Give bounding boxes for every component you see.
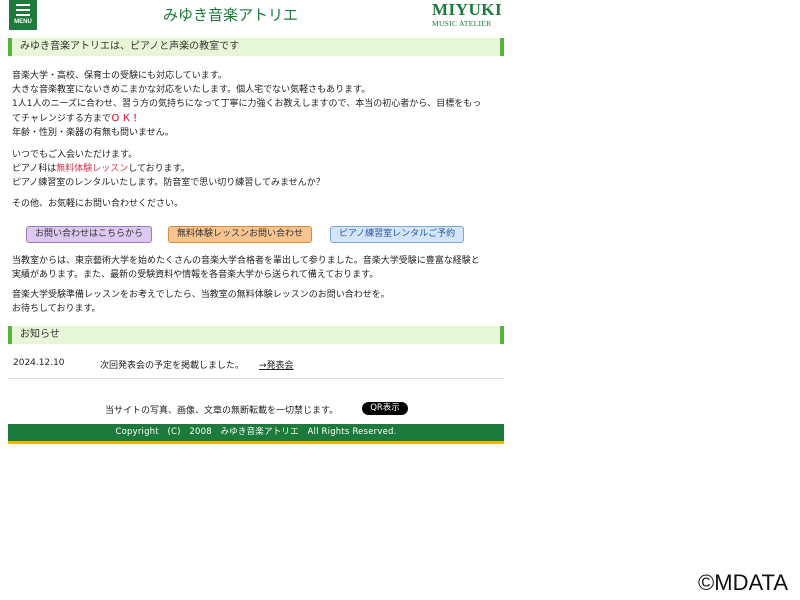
ok-highlight: ＯＫ！ (110, 113, 144, 124)
welcome-text: いつでもご入会いただけます。 (12, 150, 138, 161)
piano-suffix: しております。 (128, 164, 190, 175)
rental-text: ピアノ練習室のレンタルいたします。防音室で思い切り練習してみませんか？ (12, 178, 325, 189)
news-heading: お知らせ (8, 325, 504, 344)
news-text: 次回発表会の予定を掲載しました。 (100, 360, 245, 371)
hamburger-icon (16, 4, 30, 19)
free-trial-button[interactable]: 無料体験レッスンお問い合わせ (168, 225, 312, 243)
news-date: 2024.12.10 (13, 357, 65, 368)
invite-line: 音楽大学受験準備レッスンをお考えでしたら、当教室の無料体験レッスンのお問い合わせ… (12, 290, 390, 301)
page-wrapper: MENU みゆき音楽アトリエ MIYUKI MUSIC ATELIER みゆき音… (8, 0, 504, 444)
contact-button[interactable]: お問い合わせはこちらから (26, 225, 152, 243)
achievements-paragraph: 当教室からは、東京藝術大学を始めたくさんの音楽大学合格者を輩出して参りました。音… (12, 254, 500, 282)
site-footer: Copyright (C) 2008 みゆき音楽アトリエ All Rights … (8, 423, 504, 444)
news-item: 2024.12.10 次回発表会の予定を掲載しました。 →発表会 (8, 356, 504, 379)
intro-line: 音楽大学・高校、保育士の受験にも対応しています。 (12, 71, 227, 81)
menu-button[interactable]: MENU (9, 0, 37, 30)
main-content: 音楽大学・高校、保育士の受験にも対応しています。 大きな音楽教室にないきめこまか… (8, 69, 504, 317)
intro-line: 年齢・性別・楽器の有無も問いません。 (12, 127, 174, 138)
copyright-notice: 当サイトの写真、画像、文章の無断転載を一切禁じます。 QR表示 (8, 401, 504, 419)
other-text: その他、お気軽にお問い合わせください。 (12, 198, 184, 209)
achievements-line: 当教室からは、東京藝術大学を始めたくさんの音楽大学合格者を輩出して参りました。音… (12, 255, 480, 266)
site-title: みゆき音楽アトリエ (163, 6, 299, 24)
menu-label: MENU (14, 19, 32, 25)
qr-display-button[interactable]: QR表示 (362, 401, 408, 415)
no-reproduction-text: 当サイトの写真、画像、文章の無断転載を一切禁じます。 (105, 405, 339, 416)
intro-line: 大きな音楽教室にないきめこまかな対応をいたします。個人宅でない気軽さもあります。 (12, 85, 371, 96)
lesson-paragraph: いつでもご入会いただけます。 ピアノ科は無料体験レッスンしております。 ピアノ練… (12, 148, 500, 191)
free-trial-highlight: 無料体験レッスン (56, 164, 129, 175)
action-buttons: お問い合わせはこちらから 無料体験レッスンお問い合わせ ピアノ練習室レンタルご予… (12, 225, 500, 244)
piano-trial-line: ピアノ科は無料体験レッスンしております。 (12, 162, 500, 176)
news-recital-link[interactable]: →発表会 (259, 358, 294, 371)
piano-prefix: ピアノ科は (12, 164, 57, 175)
intro-line: 1人1人のニーズに合わせ、習う方の気持ちになって丁寧に力強くお教えしますので、本… (12, 99, 482, 110)
site-header: MENU みゆき音楽アトリエ MIYUKI MUSIC ATELIER (8, 0, 504, 32)
intro-paragraph: 音楽大学・高校、保育士の受験にも対応しています。 大きな音楽教室にないきめこまか… (12, 69, 500, 140)
invite-line: お待ちしております。 (12, 304, 101, 315)
intro-line-text: てチャレンジする方まで (12, 113, 111, 124)
achievements-line: 実績があります。また、最新の受験資料や情報を各音楽大学から送られて備えております… (12, 270, 379, 281)
rental-booking-button[interactable]: ピアノ練習室レンタルご予約 (330, 225, 464, 243)
site-logo[interactable]: MIYUKI MUSIC ATELIER (428, 0, 510, 30)
logo-main-text: MIYUKI (432, 0, 503, 19)
logo-sub-text: MUSIC ATELIER (432, 19, 492, 28)
intro-heading: みゆき音楽アトリエは、ピアノと声楽の教室です (8, 38, 504, 56)
invite-paragraph: 音楽大学受験準備レッスンをお考えでしたら、当教室の無料体験レッスンのお問い合わせ… (12, 288, 500, 316)
intro-line: てチャレンジする方までＯＫ！ (12, 112, 500, 126)
watermark: ©MDATA (698, 570, 788, 595)
